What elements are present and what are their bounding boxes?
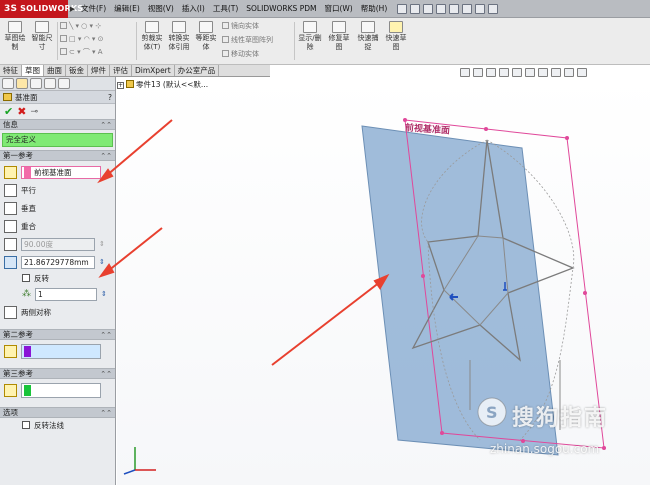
- watermark-url: zhinan.sogou.com: [490, 442, 600, 456]
- annotation-arrows: [97, 119, 390, 366]
- watermark-logo-letter: S: [486, 403, 498, 422]
- watermark-text: 搜狗指南: [512, 406, 609, 431]
- view-triad: [123, 447, 156, 475]
